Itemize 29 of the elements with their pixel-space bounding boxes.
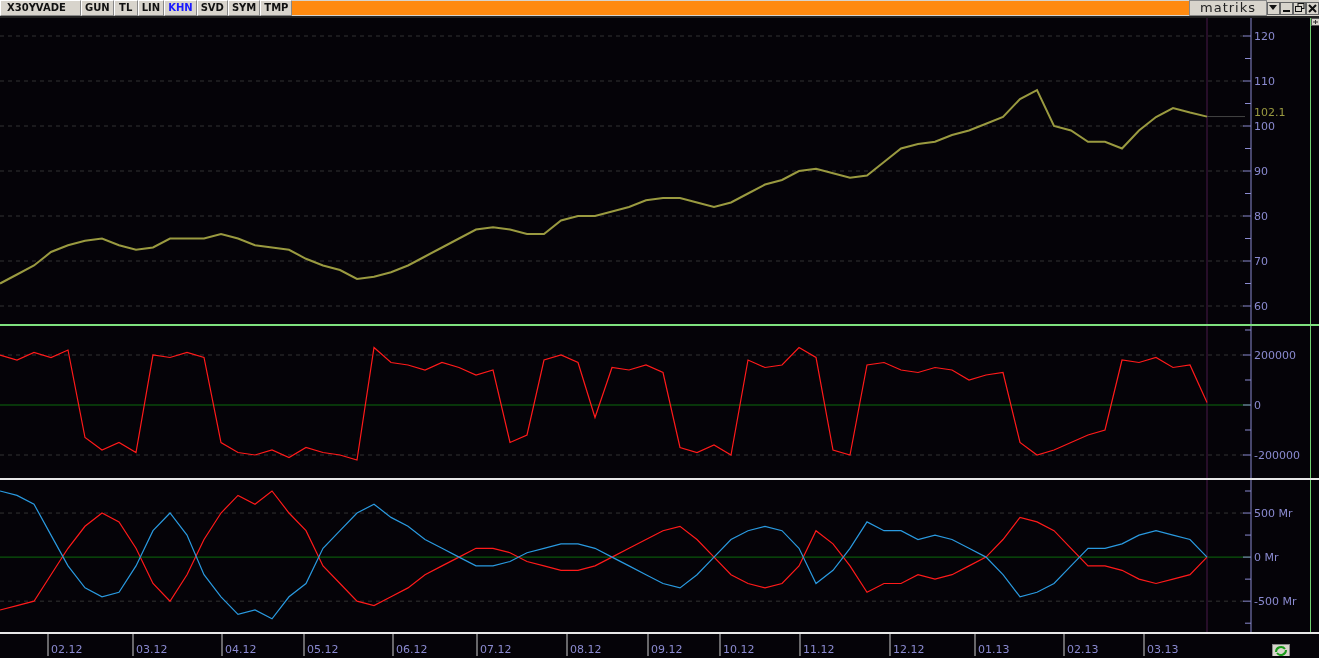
axis-tick-label: 80 bbox=[1254, 210, 1268, 223]
date-label: 01.13 bbox=[978, 643, 1010, 656]
axis-tick-label: 60 bbox=[1254, 300, 1268, 313]
axis-tick-label: 0 Mr bbox=[1254, 551, 1279, 565]
date-label: 02.12 bbox=[51, 643, 83, 656]
date-label: 09.12 bbox=[651, 643, 683, 656]
date-label: 10.12 bbox=[723, 643, 755, 656]
date-label: 03.13 bbox=[1147, 643, 1179, 656]
date-label: 04.12 bbox=[225, 643, 257, 656]
axis-tick-label: 70 bbox=[1254, 255, 1268, 268]
axis-tick-label: 110 bbox=[1254, 75, 1275, 88]
axis-tick-label: 120 bbox=[1254, 30, 1275, 43]
axis-tick-label: 90 bbox=[1254, 165, 1268, 178]
axis-tick-label: 200000 bbox=[1254, 349, 1296, 362]
date-label: 02.13 bbox=[1067, 643, 1099, 656]
date-label: 05.12 bbox=[307, 643, 339, 656]
date-label: 07.12 bbox=[480, 643, 512, 656]
last-value-label: 102.1 bbox=[1254, 105, 1286, 119]
axis-tick-label: 0 bbox=[1254, 399, 1261, 412]
axis-tick-label: 500 Mr bbox=[1254, 507, 1293, 521]
date-label: 12.12 bbox=[893, 643, 925, 656]
axis-tick-label: -500 Mr bbox=[1254, 595, 1297, 609]
date-label: 11.12 bbox=[803, 643, 835, 656]
date-label: 03.12 bbox=[136, 643, 168, 656]
axis-tick-label: -200000 bbox=[1254, 449, 1300, 462]
date-label: 06.12 bbox=[396, 643, 428, 656]
axis-tick-label: 100 bbox=[1254, 120, 1275, 133]
date-label: 08.12 bbox=[570, 643, 602, 656]
brand-logo: matriks bbox=[1189, 0, 1267, 16]
